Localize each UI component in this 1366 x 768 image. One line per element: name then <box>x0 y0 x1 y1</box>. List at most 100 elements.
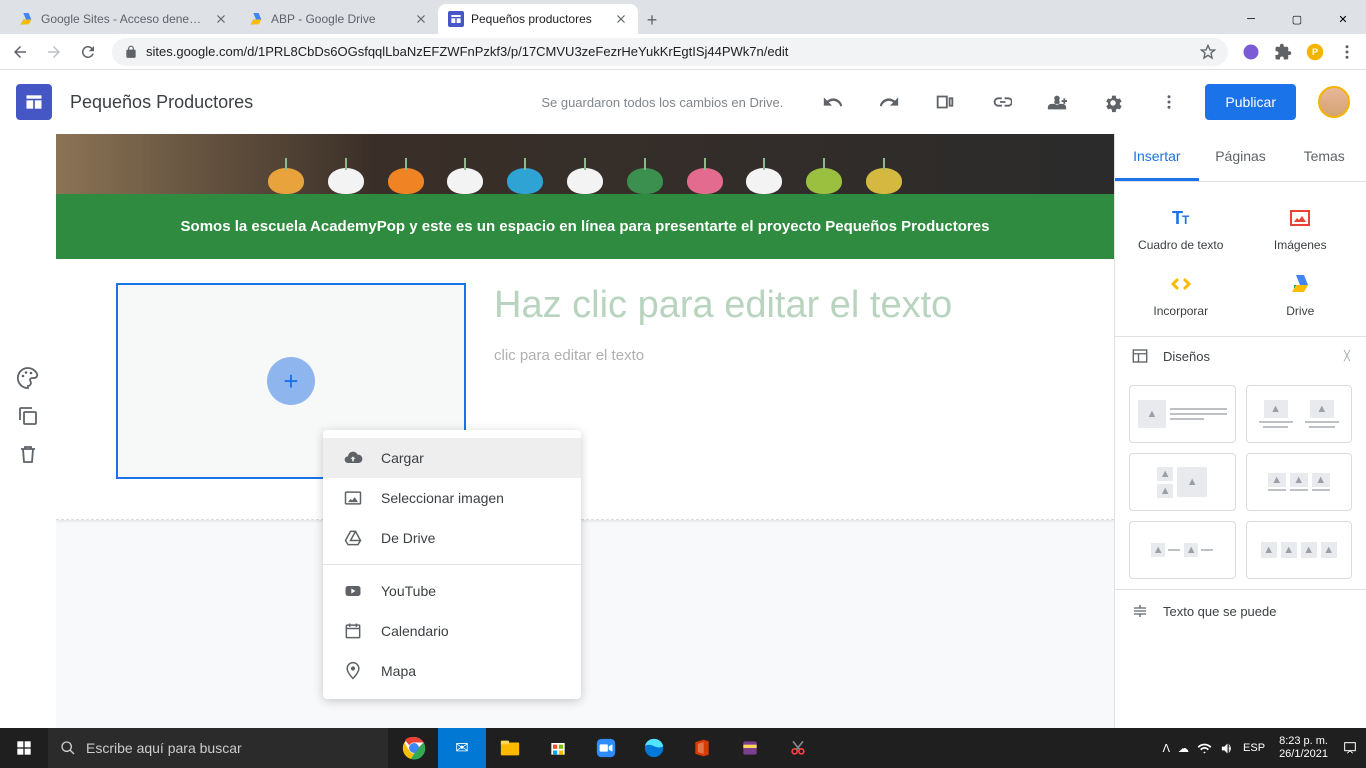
cell-label: Cuadro de texto <box>1138 238 1223 252</box>
new-tab-button[interactable]: + <box>638 6 666 34</box>
browser-tab-3[interactable]: Pequeños productores <box>438 4 638 34</box>
profile-icon[interactable]: P <box>1306 43 1324 61</box>
layout-option-1[interactable]: ▲ <box>1129 385 1236 443</box>
close-icon[interactable] <box>414 12 428 26</box>
more-button[interactable] <box>1149 82 1189 122</box>
close-icon[interactable] <box>214 12 228 26</box>
avatar[interactable] <box>1318 86 1350 118</box>
embed-icon <box>1169 272 1193 296</box>
editable-body[interactable]: clic para editar el texto <box>494 347 1054 364</box>
layout-option-3[interactable]: ▲▲▲ <box>1129 453 1236 511</box>
tray-chevron-icon[interactable]: ᐱ <box>1163 742 1171 755</box>
window-minimize[interactable]: ─ <box>1228 4 1274 34</box>
collapsible-text-item[interactable]: Texto que se puede <box>1115 589 1366 632</box>
taskbar-app-mail[interactable]: ✉ <box>438 728 486 768</box>
preview-button[interactable] <box>925 82 965 122</box>
divider <box>323 564 581 565</box>
layout-option-4[interactable]: ▲▲▲ <box>1246 453 1353 511</box>
drive-icon <box>18 11 34 27</box>
app-title[interactable]: Pequeños Productores <box>70 92 253 113</box>
add-content-button[interactable]: + <box>267 357 315 405</box>
insert-drive[interactable]: Drive <box>1241 262 1361 328</box>
menu-from-drive[interactable]: De Drive <box>323 518 581 558</box>
close-icon[interactable] <box>614 12 628 26</box>
redo-button[interactable] <box>869 82 909 122</box>
hero-image[interactable] <box>56 134 1114 194</box>
extension-icon-1[interactable] <box>1242 43 1260 61</box>
insert-embed[interactable]: Incorporar <box>1121 262 1241 328</box>
menu-label: Calendario <box>381 623 449 639</box>
upload-icon <box>343 448 363 468</box>
layouts-header[interactable]: Diseños ╳ <box>1115 336 1366 375</box>
window-close[interactable]: ✕ <box>1320 4 1366 34</box>
tab-pages[interactable]: Páginas <box>1199 134 1283 181</box>
canvas: Somos la escuela AcademyPop y este es un… <box>56 134 1114 728</box>
menu-youtube[interactable]: YouTube <box>323 571 581 611</box>
link-button[interactable] <box>981 82 1021 122</box>
taskbar-app-explorer[interactable] <box>486 728 534 768</box>
browser-tab-1[interactable]: Google Sites - Acceso denegado <box>8 4 238 34</box>
menu-label: De Drive <box>381 530 435 546</box>
forward-button[interactable] <box>44 42 64 62</box>
publish-button[interactable]: Publicar <box>1205 84 1296 120</box>
window-maximize[interactable]: ▢ <box>1274 4 1320 34</box>
trash-icon[interactable] <box>16 442 40 466</box>
insert-images[interactable]: Imágenes <box>1241 196 1361 262</box>
menu-label: Cargar <box>381 450 424 466</box>
taskbar-app-zoom[interactable] <box>582 728 630 768</box>
banner-text[interactable]: Somos la escuela AcademyPop y este es un… <box>56 194 1114 259</box>
editable-title[interactable]: Haz clic para editar el texto <box>494 283 1054 329</box>
settings-button[interactable] <box>1093 82 1133 122</box>
tray-lang[interactable]: ESP <box>1243 742 1265 754</box>
tray-wifi-icon[interactable] <box>1197 741 1212 756</box>
insert-textbox[interactable]: TT Cuadro de texto <box>1121 196 1241 262</box>
extensions-icon[interactable] <box>1274 43 1292 61</box>
taskbar-app-chrome[interactable] <box>390 728 438 768</box>
taskbar-search[interactable]: Escribe aquí para buscar <box>48 728 388 768</box>
collapsible-icon <box>1131 602 1149 620</box>
tray-volume-icon[interactable] <box>1220 741 1235 756</box>
back-button[interactable] <box>10 42 30 62</box>
star-icon[interactable] <box>1200 44 1216 60</box>
layout-option-2[interactable]: ▲▲ <box>1246 385 1353 443</box>
tab-title: Pequeños productores <box>471 12 607 26</box>
sites-logo[interactable] <box>16 84 52 120</box>
menu-map[interactable]: Mapa <box>323 651 581 691</box>
search-icon <box>60 740 76 756</box>
url-bar[interactable]: sites.google.com/d/1PRL8CbDs6OGsfqqlLbaN… <box>112 38 1228 66</box>
lock-icon <box>124 45 138 59</box>
share-button[interactable] <box>1037 82 1077 122</box>
tray-notifications-icon[interactable] <box>1342 740 1358 756</box>
chrome-menu-icon[interactable] <box>1338 43 1356 61</box>
cell-label: Incorporar <box>1153 304 1208 318</box>
menu-label: Seleccionar imagen <box>381 490 504 506</box>
taskbar-app-edge[interactable] <box>630 728 678 768</box>
taskbar-app-office[interactable] <box>678 728 726 768</box>
palette-icon[interactable] <box>16 366 40 390</box>
taskbar-app-winrar[interactable] <box>726 728 774 768</box>
tray-clock[interactable]: 8:23 p. m. 26/1/2021 <box>1273 735 1334 761</box>
reload-button[interactable] <box>78 42 98 62</box>
menu-label: Mapa <box>381 663 416 679</box>
right-panel: Insertar Páginas Temas TT Cuadro de text… <box>1114 134 1366 728</box>
menu-calendar[interactable]: Calendario <box>323 611 581 651</box>
tab-insert[interactable]: Insertar <box>1115 134 1199 181</box>
sites-icon <box>448 11 464 27</box>
tab-themes[interactable]: Temas <box>1282 134 1366 181</box>
layout-option-5[interactable]: ▲▲ <box>1129 521 1236 579</box>
menu-label: YouTube <box>381 583 436 599</box>
cell-label: Imágenes <box>1274 238 1327 252</box>
undo-button[interactable] <box>813 82 853 122</box>
menu-select-image[interactable]: Seleccionar imagen <box>323 478 581 518</box>
drive-icon <box>343 528 363 548</box>
start-button[interactable] <box>0 728 48 768</box>
duplicate-icon[interactable] <box>16 404 40 428</box>
layout-option-6[interactable]: ▲▲▲▲ <box>1246 521 1353 579</box>
taskbar-app-snip[interactable] <box>774 728 822 768</box>
svg-text:T: T <box>1182 213 1190 227</box>
collapse-icon[interactable]: ╳ <box>1344 351 1350 362</box>
menu-upload[interactable]: Cargar <box>323 438 581 478</box>
tray-cloud-icon[interactable]: ☁ <box>1178 742 1189 755</box>
browser-tab-2[interactable]: ABP - Google Drive <box>238 4 438 34</box>
taskbar-app-store[interactable] <box>534 728 582 768</box>
